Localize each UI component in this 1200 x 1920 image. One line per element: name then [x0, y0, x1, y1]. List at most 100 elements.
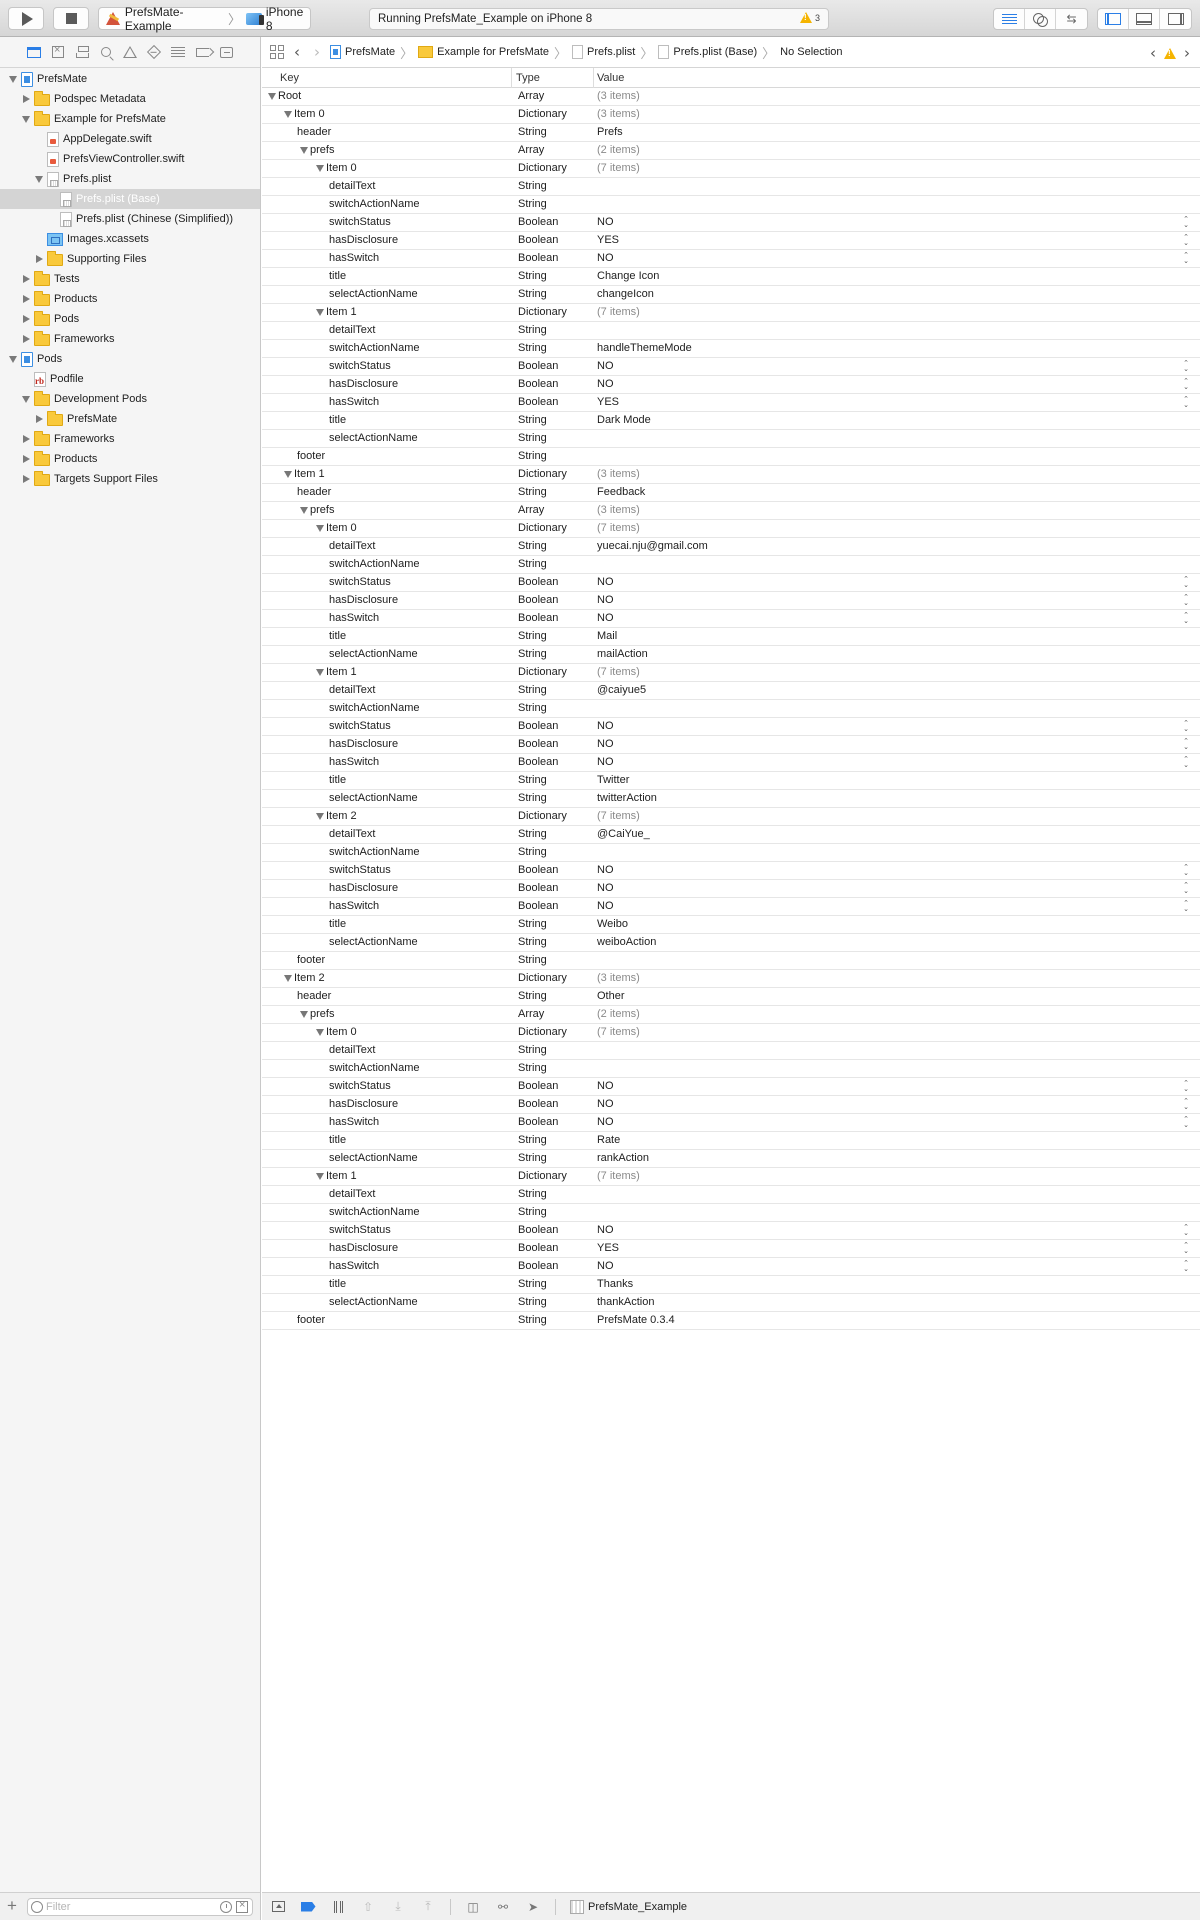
value-cell[interactable]: weiboAction [597, 936, 656, 948]
type-cell[interactable]: Boolean [518, 1224, 558, 1236]
type-cell[interactable]: Dictionary [518, 108, 567, 120]
table-row[interactable]: detailText String [262, 178, 1200, 196]
file-tree-item[interactable]: Podfile [0, 369, 260, 389]
type-cell[interactable]: String [518, 846, 547, 858]
key-cell[interactable]: Item 1 [326, 306, 357, 318]
disclosure-open-icon[interactable] [34, 174, 44, 184]
file-tree-item[interactable]: Pods [0, 349, 260, 369]
table-row[interactable]: hasSwitch Boolean NO ⌃ ⌄ [262, 1114, 1200, 1132]
file-tree-item[interactable]: Tests [0, 269, 260, 289]
type-cell[interactable]: Boolean [518, 1098, 558, 1110]
value-cell[interactable]: @caiyue5 [597, 684, 646, 696]
disclosure-closed-icon[interactable] [21, 454, 31, 464]
table-row[interactable]: hasDisclosure Boolean NO ⌃ ⌄ [262, 376, 1200, 394]
key-cell[interactable]: selectActionName [329, 1152, 418, 1164]
warning-icon[interactable] [1164, 47, 1176, 59]
file-tree-item[interactable]: AppDelegate.swift [0, 129, 260, 149]
file-tree-item[interactable]: Prefs.plist [0, 169, 260, 189]
disclosure-triangle-icon[interactable] [316, 813, 324, 820]
type-cell[interactable]: Boolean [518, 738, 558, 750]
breadcrumb-item[interactable]: Prefs.plist (Base) [658, 45, 757, 59]
simulate-location-button[interactable]: ➤ [525, 1900, 541, 1914]
file-tree-item[interactable]: Pods [0, 309, 260, 329]
boolean-popup-stepper[interactable]: ⌃ ⌄ [1182, 216, 1190, 229]
type-cell[interactable]: Boolean [518, 1260, 558, 1272]
table-row[interactable]: switchActionName String handleThemeMode [262, 340, 1200, 358]
key-cell[interactable]: header [297, 486, 331, 498]
standard-editor-button[interactable] [994, 9, 1025, 29]
key-cell[interactable]: detailText [329, 1044, 375, 1056]
hide-debug-area-button[interactable] [270, 1900, 286, 1914]
find-navigator-tab[interactable] [98, 44, 114, 60]
key-cell[interactable]: footer [297, 954, 325, 966]
toggle-utilities-button[interactable] [1160, 9, 1191, 29]
warning-count-badge[interactable]: 3 [799, 12, 820, 23]
value-cell[interactable]: Other [597, 990, 625, 1002]
boolean-popup-stepper[interactable]: ⌃ ⌄ [1182, 1242, 1190, 1255]
key-cell[interactable]: switchStatus [329, 720, 391, 732]
table-row[interactable]: footer String [262, 448, 1200, 466]
type-cell[interactable]: String [518, 1134, 547, 1146]
disclosure-triangle-icon[interactable] [316, 309, 324, 316]
type-cell[interactable]: Array [518, 1008, 544, 1020]
step-into-button[interactable]: ⤓ [390, 1899, 406, 1914]
value-cell[interactable]: Prefs [597, 126, 623, 138]
breadcrumb-item[interactable]: Example for PrefsMate [418, 46, 549, 58]
disclosure-triangle-icon[interactable] [316, 525, 324, 532]
key-cell[interactable]: detailText [329, 684, 375, 696]
type-cell[interactable]: Dictionary [518, 810, 567, 822]
key-cell[interactable]: title [329, 414, 346, 426]
type-cell[interactable]: Boolean [518, 882, 558, 894]
key-cell[interactable]: hasDisclosure [329, 378, 398, 390]
key-cell[interactable]: selectActionName [329, 1296, 418, 1308]
key-cell[interactable]: hasSwitch [329, 900, 379, 912]
boolean-popup-stepper[interactable]: ⌃ ⌄ [1182, 360, 1190, 373]
table-row[interactable]: switchStatus Boolean NO ⌃ ⌄ [262, 574, 1200, 592]
boolean-popup-stepper[interactable]: ⌃ ⌄ [1182, 1098, 1190, 1111]
key-cell[interactable]: Item 0 [326, 1026, 357, 1038]
table-row[interactable]: switchStatus Boolean NO ⌃ ⌄ [262, 1222, 1200, 1240]
table-row[interactable]: switchStatus Boolean NO ⌃ ⌄ [262, 862, 1200, 880]
table-row[interactable]: Root Array (3 items) [262, 88, 1200, 106]
type-cell[interactable]: Boolean [518, 900, 558, 912]
key-cell[interactable]: hasSwitch [329, 612, 379, 624]
key-cell[interactable]: switchActionName [329, 1206, 419, 1218]
table-row[interactable]: hasSwitch Boolean NO ⌃ ⌄ [262, 610, 1200, 628]
key-cell[interactable]: detailText [329, 828, 375, 840]
value-cell[interactable]: NO [597, 360, 614, 372]
file-tree-item[interactable]: Frameworks [0, 329, 260, 349]
table-row[interactable]: footer String PrefsMate 0.3.4 [262, 1312, 1200, 1330]
value-cell[interactable]: handleThemeMode [597, 342, 692, 354]
value-cell[interactable]: rankAction [597, 1152, 649, 1164]
table-row[interactable]: footer String [262, 952, 1200, 970]
value-cell[interactable]: NO [597, 864, 614, 876]
key-cell[interactable]: Item 1 [294, 468, 325, 480]
table-row[interactable]: hasDisclosure Boolean YES ⌃ ⌄ [262, 232, 1200, 250]
value-cell[interactable]: PrefsMate 0.3.4 [597, 1314, 675, 1326]
table-row[interactable]: title String Mail [262, 628, 1200, 646]
key-cell[interactable]: title [329, 630, 346, 642]
table-row[interactable]: detailText String [262, 1042, 1200, 1060]
boolean-popup-stepper[interactable]: ⌃ ⌄ [1182, 612, 1190, 625]
table-row[interactable]: selectActionName String [262, 430, 1200, 448]
type-cell[interactable]: Boolean [518, 216, 558, 228]
type-cell[interactable]: String [518, 414, 547, 426]
key-cell[interactable]: selectActionName [329, 288, 418, 300]
disclosure-closed-icon[interactable] [21, 474, 31, 484]
file-tree-item[interactable]: PrefsMate [0, 409, 260, 429]
table-row[interactable]: selectActionName String weiboAction [262, 934, 1200, 952]
value-cell[interactable]: Mail [597, 630, 617, 642]
key-cell[interactable]: hasDisclosure [329, 738, 398, 750]
disclosure-triangle-icon[interactable] [284, 111, 292, 118]
table-row[interactable]: title String Twitter [262, 772, 1200, 790]
type-cell[interactable]: String [518, 342, 547, 354]
related-items-icon[interactable] [270, 45, 284, 59]
key-cell[interactable]: Item 2 [326, 810, 357, 822]
boolean-popup-stepper[interactable]: ⌃ ⌄ [1182, 1080, 1190, 1093]
value-cell[interactable]: NO [597, 1116, 614, 1128]
scheme-selector[interactable]: PrefsMate-Example 〉 iPhone 8 [98, 5, 311, 33]
key-cell[interactable]: detailText [329, 324, 375, 336]
boolean-popup-stepper[interactable]: ⌃ ⌄ [1182, 1116, 1190, 1129]
table-row[interactable]: detailText String [262, 1186, 1200, 1204]
table-row[interactable]: hasDisclosure Boolean NO ⌃ ⌄ [262, 736, 1200, 754]
